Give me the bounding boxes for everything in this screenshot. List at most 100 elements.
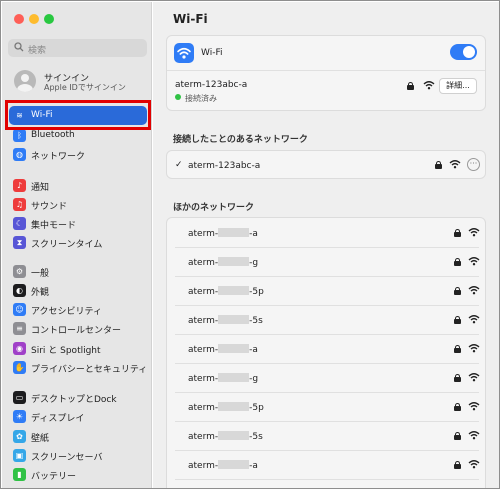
other-network-row[interactable]: aterm- -a — [167, 450, 487, 479]
sidebar-item-label: 壁紙 — [31, 434, 50, 444]
account-subtitle: Apple IDでサインイン — [44, 83, 126, 92]
close-window-button[interactable] — [14, 14, 24, 24]
network-name-prefix: aterm- — [188, 403, 219, 413]
search-input[interactable]: 検索 — [8, 39, 147, 57]
other-network-row[interactable]: aterm--g — [167, 479, 487, 488]
network-name-suffix: -5s — [249, 432, 263, 442]
speaker-icon: ♫ — [13, 198, 26, 211]
wifi-signal-icon — [468, 372, 480, 385]
sidebar-item-7[interactable]: ⚙ 一般 — [9, 262, 147, 281]
network-name: aterm- -g — [188, 257, 258, 268]
redacted-block — [218, 228, 250, 237]
redacted-block — [218, 402, 250, 411]
sidebar-item-4[interactable]: ♫ サウンド — [9, 195, 147, 214]
sidebar-item-label: コントロールセンター — [31, 326, 122, 336]
network-name: aterm- -a — [188, 460, 258, 471]
selection-highlight-box — [5, 100, 151, 130]
other-network-row[interactable]: aterm- -5s — [167, 305, 487, 334]
divider — [175, 450, 479, 451]
redacted-block — [218, 344, 250, 353]
other-network-row[interactable]: aterm- -a — [167, 334, 487, 363]
lock-icon — [407, 82, 414, 90]
sidebar-item-label: スクリーンセーバ — [31, 453, 103, 463]
display-icon: ☀ — [13, 410, 26, 423]
sidebar-item-12[interactable]: ✋ プライバシーとセキュリティ — [9, 358, 147, 377]
current-network-name: aterm-123abc-a — [175, 80, 248, 90]
divider — [175, 247, 479, 248]
known-networks-header: 接続したことのあるネットワーク — [173, 135, 308, 145]
sidebar-item-label: 通知 — [31, 183, 50, 193]
sidebar-item-9[interactable]: ☺ アクセシビリティ — [9, 300, 147, 319]
sidebar-item-label: Siri と Spotlight — [31, 346, 101, 356]
sidebar-item-label: プライバシーとセキュリティ — [31, 365, 148, 375]
screensaver-icon: ▣ — [13, 449, 26, 462]
redacted-block — [218, 373, 250, 382]
gear-icon: ⚙ — [13, 265, 26, 278]
other-network-row[interactable]: aterm- -5p — [167, 392, 487, 421]
sidebar-item-8[interactable]: ◐ 外観 — [9, 281, 147, 300]
sidebar-item-14[interactable]: ☀ ディスプレイ — [9, 407, 147, 426]
lock-icon — [454, 461, 461, 469]
sidebar-item-label: デスクトップとDock — [31, 395, 117, 405]
sidebar-item-5[interactable]: ☾ 集中モード — [9, 214, 147, 233]
accessibility-icon: ☺ — [13, 303, 26, 316]
siri-icon: ◉ — [13, 342, 26, 355]
other-networks-card: aterm- -a aterm- -g aterm- -5p aterm- -5s aterm-… — [166, 217, 487, 488]
network-name: aterm-123abc-a — [188, 161, 261, 171]
sidebar-item-6[interactable]: ⧗ スクリーンタイム — [9, 233, 147, 252]
sidebar-item-13[interactable]: ▭ デスクトップとDock — [9, 388, 147, 407]
wifi-signal-icon — [468, 314, 480, 327]
sidebar-item-10[interactable]: ≡ コントロールセンター — [9, 319, 147, 338]
appearance-icon: ◐ — [13, 284, 26, 297]
divider — [175, 305, 479, 306]
network-name: aterm- -5s — [188, 315, 263, 326]
search-icon — [14, 42, 24, 55]
other-network-row[interactable]: aterm- -a — [167, 218, 487, 247]
network-name: aterm- -5p — [188, 286, 264, 297]
sidebar-item-16[interactable]: ▣ スクリーンセーバ — [9, 446, 147, 465]
lock-icon — [435, 161, 442, 169]
other-network-row[interactable]: aterm--g — [167, 247, 487, 276]
network-name-prefix: aterm- — [188, 229, 219, 239]
network-name-prefix: aterm- — [188, 287, 219, 297]
network-name-suffix: -5p — [249, 287, 264, 297]
other-network-row[interactable]: aterm--g — [167, 363, 487, 392]
known-network-row[interactable]: ✓ aterm-123abc-a ··· — [167, 151, 487, 180]
other-network-row[interactable]: aterm- -5s — [167, 421, 487, 450]
divider — [175, 363, 479, 364]
sidebar-item-11[interactable]: ◉ Siri と Spotlight — [9, 339, 147, 358]
network-name-suffix: -g — [249, 258, 259, 268]
other-networks-header: ほかのネットワーク — [173, 203, 255, 213]
network-name-prefix: aterm- — [188, 345, 219, 355]
divider — [175, 479, 479, 480]
settings-window: 検索 サインイン Apple IDでサインイン ≋ Wi-Fi ᛒ Bluetooth… — [0, 0, 500, 489]
redacted-block — [218, 431, 250, 440]
minimize-window-button[interactable] — [29, 14, 39, 24]
sidebar-item-15[interactable]: ✿ 壁紙 — [9, 427, 147, 446]
hand-icon: ✋ — [13, 361, 26, 374]
sidebar-item-3[interactable]: ♪ 通知 — [9, 176, 147, 195]
wifi-signal-icon — [423, 80, 435, 93]
more-options-icon[interactable]: ··· — [467, 158, 480, 171]
divider — [167, 70, 485, 71]
sidebar-item-label: ネットワーク — [31, 152, 86, 162]
zoom-window-button[interactable] — [44, 14, 54, 24]
globe-icon: ◍ — [13, 148, 26, 161]
lock-icon — [454, 287, 461, 295]
lock-icon — [454, 258, 461, 266]
sidebar-item-2[interactable]: ◍ ネットワーク — [9, 145, 147, 164]
sidebar-item-17[interactable]: ▮ バッテリー — [9, 465, 147, 484]
network-name-suffix: -5s — [249, 316, 263, 326]
account-signin[interactable]: サインイン Apple IDでサインイン — [12, 69, 147, 95]
other-network-row[interactable]: aterm- -5p — [167, 276, 487, 305]
wifi-toggle[interactable] — [450, 44, 477, 60]
details-button[interactable]: 詳細... — [439, 78, 477, 94]
moon-icon: ☾ — [13, 217, 26, 230]
network-name: aterm- -5s — [188, 431, 263, 442]
network-name-prefix: aterm- — [188, 432, 219, 442]
main-pane: Wi-Fi Wi-Fi aterm-123abc-a 接続済み 詳細... 接続… — [153, 2, 499, 488]
connected-status-dot — [175, 94, 181, 100]
wifi-signal-icon — [468, 401, 480, 414]
divider — [175, 421, 479, 422]
lock-icon — [454, 316, 461, 324]
